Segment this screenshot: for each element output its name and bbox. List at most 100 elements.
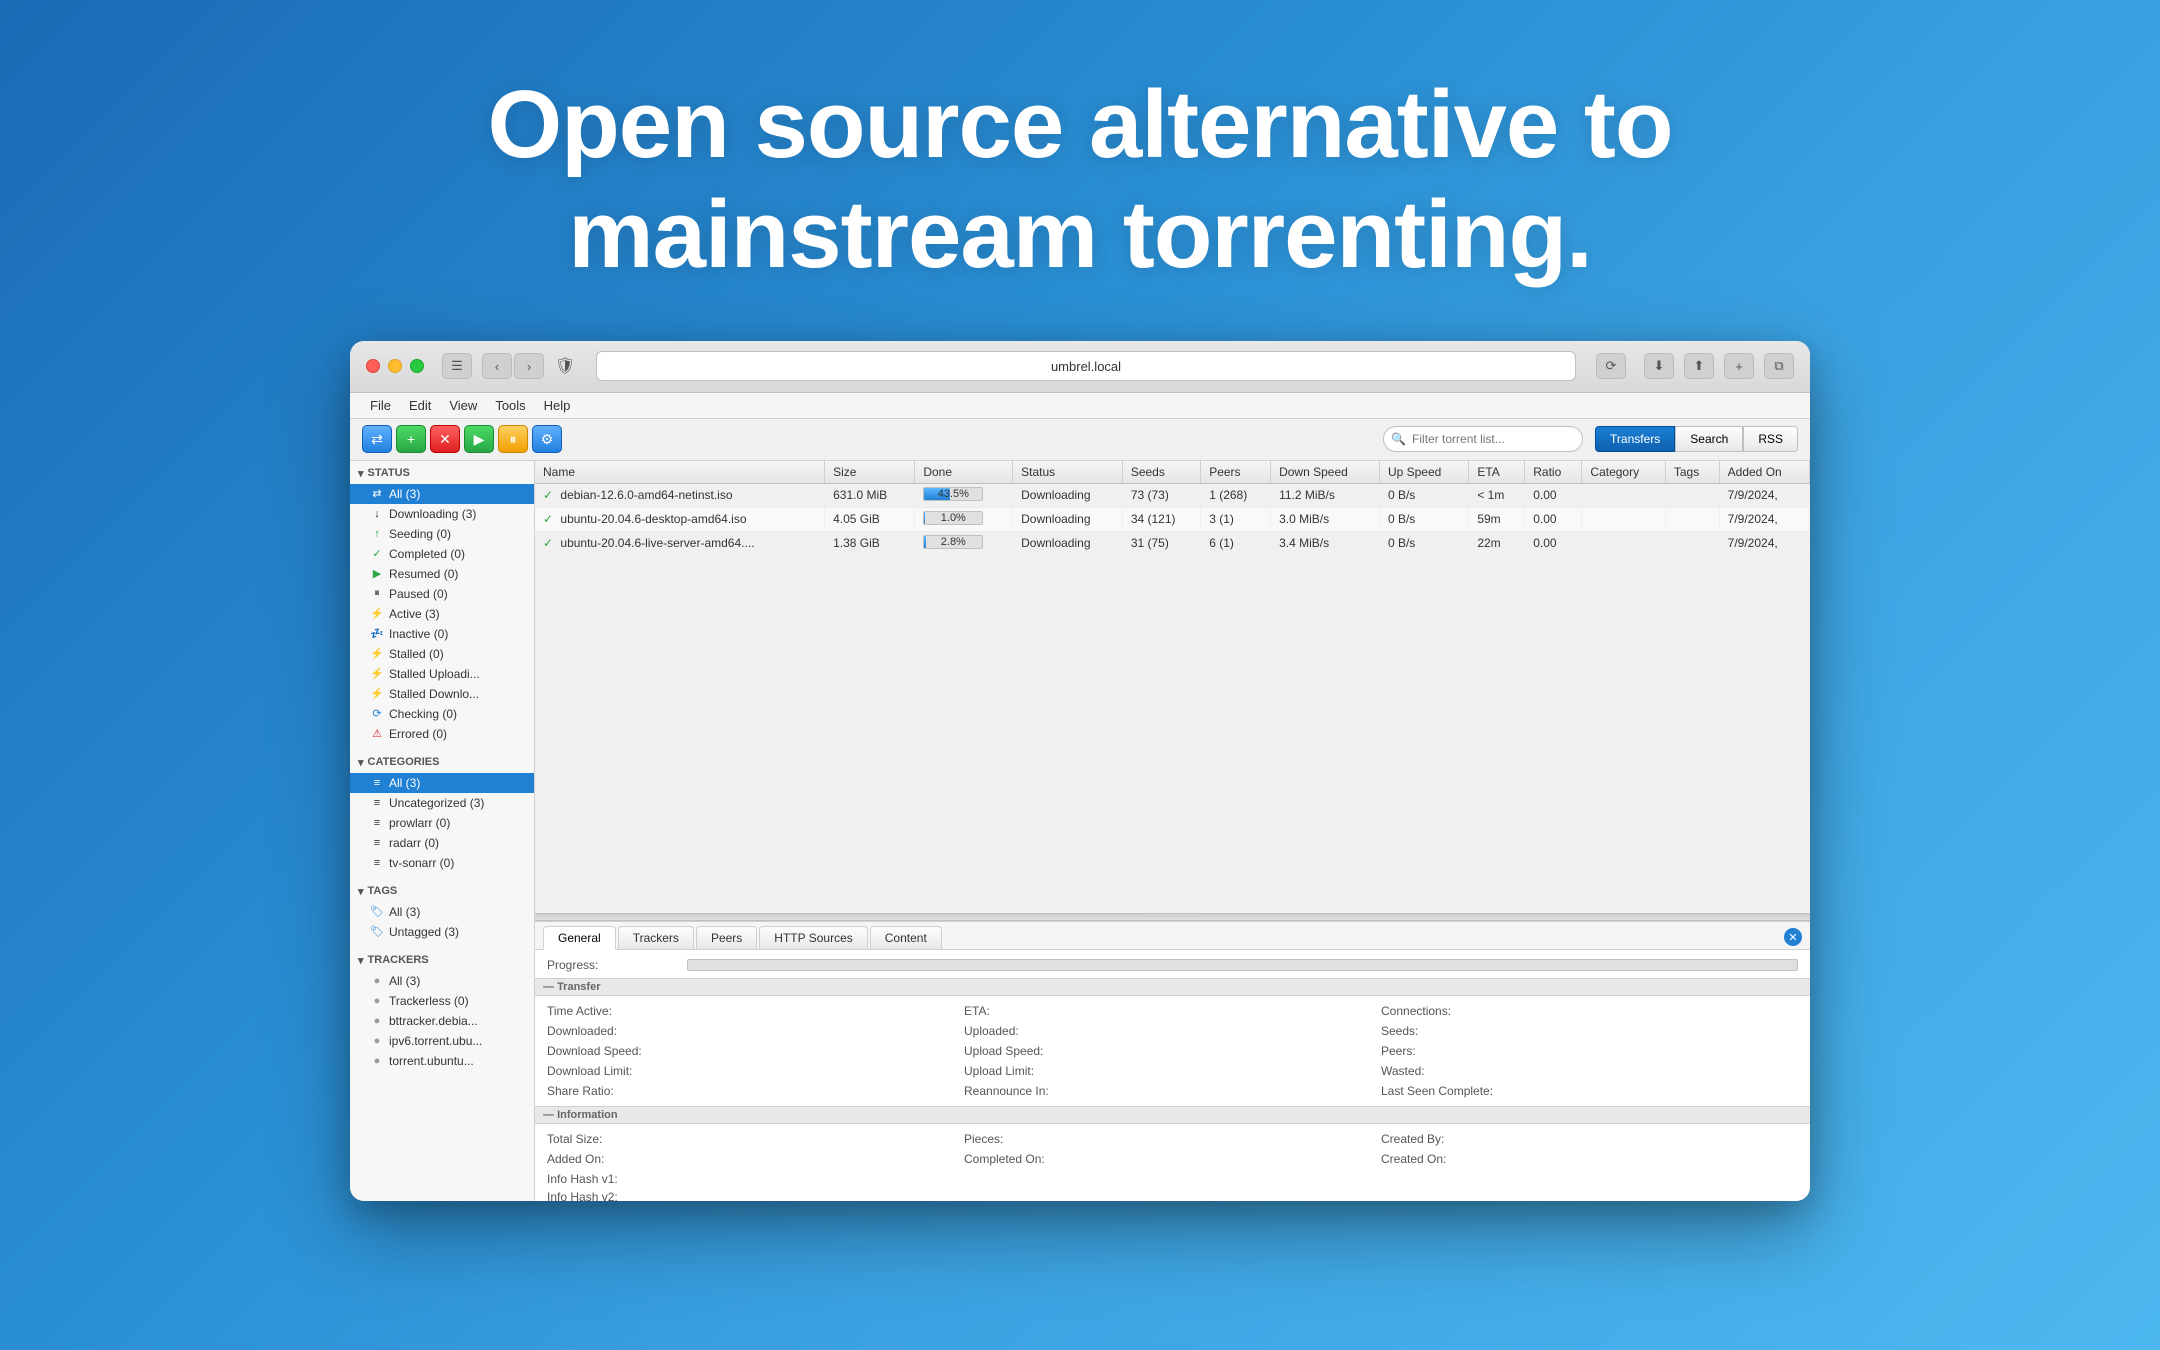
minimize-button[interactable] bbox=[388, 359, 402, 373]
start-button[interactable]: ▶ bbox=[464, 425, 494, 453]
detail-tab-http-sources[interactable]: HTTP Sources bbox=[759, 926, 867, 949]
sidebar-item-inactive[interactable]: 💤 Inactive (0) bbox=[350, 624, 534, 644]
detail-tab-peers[interactable]: Peers bbox=[696, 926, 757, 949]
progress-bar bbox=[687, 959, 1798, 971]
add-torrent-button[interactable]: + bbox=[396, 425, 426, 453]
resume-button[interactable]: ⇄ bbox=[362, 425, 392, 453]
sidebar-item-uncategorized[interactable]: ≡ Uncategorized (3) bbox=[350, 793, 534, 813]
status-section-label: STATUS bbox=[368, 467, 410, 479]
sidebar-toggle-button[interactable]: ☰ bbox=[442, 353, 472, 379]
created-on-label: Created On: bbox=[1381, 1152, 1521, 1166]
categories-section-header[interactable]: ▾ CATEGORIES bbox=[350, 750, 534, 773]
remove-button[interactable]: ✕ bbox=[430, 425, 460, 453]
sidebar-completed-label: Completed (0) bbox=[389, 547, 465, 561]
pieces-value bbox=[1108, 1132, 1381, 1146]
download-icon[interactable]: ⬇ bbox=[1644, 353, 1674, 379]
col-tags[interactable]: Tags bbox=[1665, 461, 1719, 484]
sidebar-item-cat-all[interactable]: ≡ All (3) bbox=[350, 773, 534, 793]
menu-view[interactable]: View bbox=[441, 396, 485, 415]
maximize-button[interactable] bbox=[410, 359, 424, 373]
col-eta[interactable]: ETA bbox=[1469, 461, 1525, 484]
menu-edit[interactable]: Edit bbox=[401, 396, 439, 415]
detail-tab-trackers[interactable]: Trackers bbox=[618, 926, 694, 949]
time-active-label: Time Active: bbox=[547, 1004, 687, 1018]
share-icon[interactable]: ⬆ bbox=[1684, 353, 1714, 379]
app-window: ☰ ‹ › 🛡 umbrel.local ⟳ ⬇ ⬆ + ⧉ File Edit… bbox=[350, 341, 1810, 1201]
col-peers[interactable]: Peers bbox=[1201, 461, 1271, 484]
trackers-section-header[interactable]: ▾ TRACKERS bbox=[350, 948, 534, 971]
torrent-table[interactable]: Name Size Done Status Seeds Peers Down S… bbox=[535, 461, 1810, 913]
sidebar-item-sonarr[interactable]: ≡ tv-sonarr (0) bbox=[350, 853, 534, 873]
close-button[interactable] bbox=[366, 359, 380, 373]
sidebar-item-bttracker[interactable]: ● bttracker.debia... bbox=[350, 1011, 534, 1031]
rss-tab[interactable]: RSS bbox=[1743, 426, 1798, 452]
new-tab-button[interactable]: + bbox=[1724, 353, 1754, 379]
bttracker-icon: ● bbox=[370, 1015, 384, 1027]
col-ratio[interactable]: Ratio bbox=[1525, 461, 1582, 484]
sidebar-item-tracker-all[interactable]: ● All (3) bbox=[350, 971, 534, 991]
col-up-speed[interactable]: Up Speed bbox=[1379, 461, 1468, 484]
dl-speed-label: Download Speed: bbox=[547, 1044, 687, 1058]
table-row[interactable]: ✓ debian-12.6.0-amd64-netinst.iso 631.0 … bbox=[535, 483, 1810, 507]
menu-tools[interactable]: Tools bbox=[487, 396, 533, 415]
sidebar-item-seeding[interactable]: ↑ Seeding (0) bbox=[350, 524, 534, 544]
tab-overview-button[interactable]: ⧉ bbox=[1764, 353, 1794, 379]
sidebar-item-stalled-downloading[interactable]: ⚡ Stalled Downlo... bbox=[350, 684, 534, 704]
sidebar-item-ipv6tracker[interactable]: ● ipv6.torrent.ubu... bbox=[350, 1031, 534, 1051]
settings-button[interactable]: ⚙ bbox=[532, 425, 562, 453]
status-section-header[interactable]: ▾ STATUS bbox=[350, 461, 534, 484]
cell-added: 7/9/2024, bbox=[1719, 507, 1809, 531]
search-tab[interactable]: Search bbox=[1675, 426, 1743, 452]
tag-all-icon: 🏷 bbox=[370, 905, 384, 918]
menu-file[interactable]: File bbox=[362, 396, 399, 415]
refresh-button[interactable]: ⟳ bbox=[1596, 353, 1626, 379]
sidebar-item-all[interactable]: ⇄ All (3) bbox=[350, 484, 534, 504]
sidebar-item-tag-all[interactable]: 🏷 All (3) bbox=[350, 902, 534, 922]
added-on-label: Added On: bbox=[547, 1152, 687, 1166]
sidebar-radarr-label: radarr (0) bbox=[389, 836, 439, 850]
col-down-speed[interactable]: Down Speed bbox=[1271, 461, 1380, 484]
sidebar-item-errored[interactable]: ⚠ Errored (0) bbox=[350, 724, 534, 744]
sidebar-item-prowlarr[interactable]: ≡ prowlarr (0) bbox=[350, 813, 534, 833]
menu-help[interactable]: Help bbox=[536, 396, 579, 415]
sidebar-item-active[interactable]: ⚡ Active (3) bbox=[350, 604, 534, 624]
resize-handle[interactable]: · · · · · · · bbox=[535, 913, 1810, 921]
pause-button[interactable]: ⏸ bbox=[498, 425, 528, 453]
sidebar-item-completed[interactable]: ✓ Completed (0) bbox=[350, 544, 534, 564]
col-added[interactable]: Added On bbox=[1719, 461, 1809, 484]
sidebar-item-stalled-uploading[interactable]: ⚡ Stalled Uploadi... bbox=[350, 664, 534, 684]
sidebar-item-checking[interactable]: ⟳ Checking (0) bbox=[350, 704, 534, 724]
col-category[interactable]: Category bbox=[1582, 461, 1665, 484]
forward-button[interactable]: › bbox=[514, 353, 544, 379]
sidebar-item-resumed[interactable]: ▶ Resumed (0) bbox=[350, 564, 534, 584]
filter-input[interactable] bbox=[1383, 426, 1583, 452]
close-detail-button[interactable]: ✕ bbox=[1784, 928, 1802, 946]
col-seeds[interactable]: Seeds bbox=[1122, 461, 1200, 484]
col-name[interactable]: Name bbox=[535, 461, 825, 484]
table-row[interactable]: ✓ ubuntu-20.04.6-desktop-amd64.iso 4.05 … bbox=[535, 507, 1810, 531]
sidebar-item-trackerless[interactable]: ● Trackerless (0) bbox=[350, 991, 534, 1011]
sidebar-item-stalled[interactable]: ⚡ Stalled (0) bbox=[350, 644, 534, 664]
categories-section-label: CATEGORIES bbox=[368, 756, 440, 768]
detail-tab-content[interactable]: Content bbox=[870, 926, 942, 949]
detail-tab-general[interactable]: General bbox=[543, 926, 616, 950]
col-size[interactable]: Size bbox=[825, 461, 915, 484]
sidebar-item-paused[interactable]: ⏸ Paused (0) bbox=[350, 584, 534, 604]
transfers-tab[interactable]: Transfers bbox=[1595, 426, 1675, 452]
sidebar-item-downloading[interactable]: ↓ Downloading (3) bbox=[350, 504, 534, 524]
tags-section-header[interactable]: ▾ TAGS bbox=[350, 879, 534, 902]
sidebar-item-radarr[interactable]: ≡ radarr (0) bbox=[350, 833, 534, 853]
address-bar[interactable]: umbrel.local bbox=[596, 351, 1576, 381]
sidebar-item-ubuntutracker[interactable]: ● torrent.ubuntu... bbox=[350, 1051, 534, 1071]
table-row[interactable]: ✓ ubuntu-20.04.6-live-server-amd64.... 1… bbox=[535, 531, 1810, 555]
detail-tabs: General Trackers Peers HTTP Sources Cont… bbox=[535, 922, 1810, 950]
col-status[interactable]: Status bbox=[1013, 461, 1123, 484]
app-toolbar: ⇄ + ✕ ▶ ⏸ ⚙ 🔍 Transfers Search RSS bbox=[350, 419, 1810, 461]
cell-down-speed: 11.2 MiB/s bbox=[1271, 483, 1380, 507]
main-content: ▾ STATUS ⇄ All (3) ↓ Downloading (3) ↑ S… bbox=[350, 461, 1810, 1201]
col-done[interactable]: Done bbox=[915, 461, 1013, 484]
sidebar-item-untagged[interactable]: 🏷 Untagged (3) bbox=[350, 922, 534, 942]
progress-text: 2.8% bbox=[923, 535, 983, 549]
back-button[interactable]: ‹ bbox=[482, 353, 512, 379]
uploaded-value bbox=[1108, 1024, 1381, 1038]
